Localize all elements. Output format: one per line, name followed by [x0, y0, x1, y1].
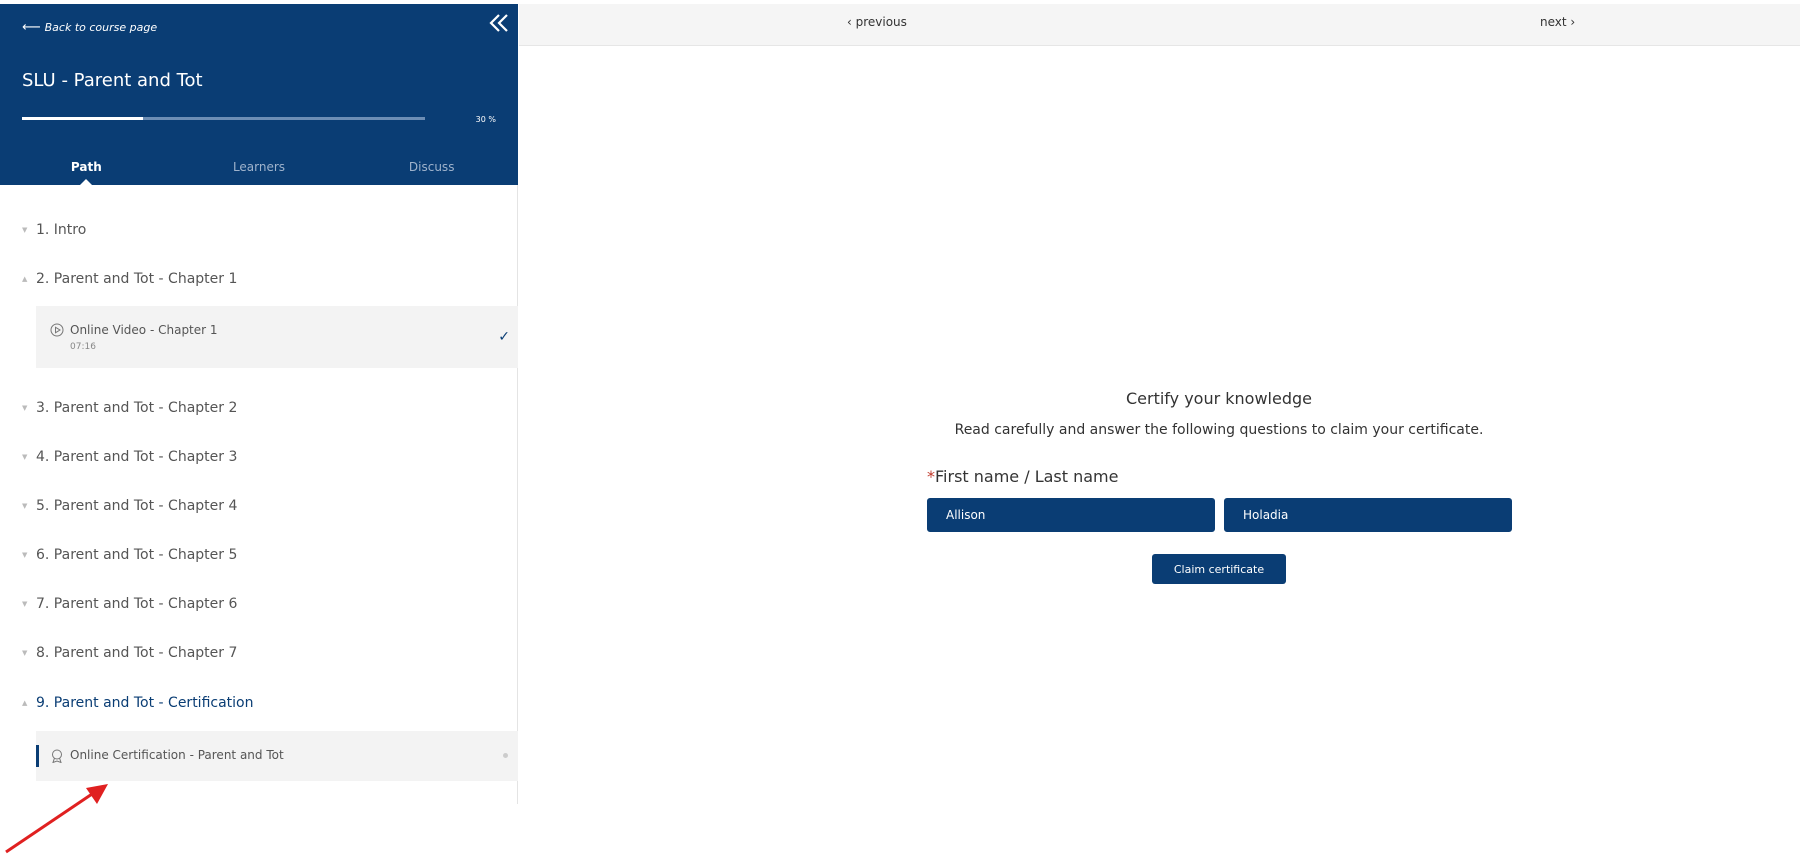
chapter-label: 4. Parent and Tot - Chapter 3 — [36, 449, 238, 465]
sidebar-tabs: Path Learners Discuss — [0, 152, 518, 185]
tab-path[interactable]: Path — [0, 152, 173, 185]
expand-caret-icon: ▼ — [22, 551, 28, 559]
tab-discuss[interactable]: Discuss — [345, 152, 518, 185]
chapter-item-active[interactable]: ▲ 9. Parent and Tot - Certification — [22, 695, 253, 711]
course-progress-bar — [22, 117, 425, 120]
chapter-item[interactable]: ▼ 4. Parent and Tot - Chapter 3 — [22, 449, 237, 465]
course-sidebar: ⟵ Back to course page SLU - Parent and T… — [0, 4, 518, 804]
chapter-label: 8. Parent and Tot - Chapter 7 — [36, 645, 238, 661]
expand-caret-icon: ▼ — [22, 404, 28, 412]
current-lesson-indicator — [36, 745, 39, 767]
arrow-left-icon: ⟵ — [22, 20, 41, 35]
chapter-item[interactable]: ▲ 2. Parent and Tot - Chapter 1 — [22, 271, 237, 287]
course-progress-percent: 30 % — [475, 115, 496, 124]
back-to-course-link[interactable]: ⟵ Back to course page — [22, 20, 157, 35]
first-name-field[interactable] — [927, 498, 1215, 532]
chapter-label: 1. Intro — [36, 222, 87, 238]
claim-certificate-button[interactable]: Claim certificate — [1152, 554, 1286, 584]
page: ⟵ Back to course page SLU - Parent and T… — [0, 0, 1800, 855]
collapse-caret-icon: ▲ — [22, 699, 28, 707]
status-dot — [503, 753, 508, 758]
lesson-item[interactable]: Online Video - Chapter 1 07:16 ✓ — [36, 306, 518, 368]
chapter-label: 6. Parent and Tot - Chapter 5 — [36, 547, 238, 563]
chapter-item[interactable]: ▼ 1. Intro — [22, 222, 86, 238]
collapse-caret-icon: ▲ — [22, 275, 28, 283]
lesson-navigation-bar: ‹ previous next › — [519, 4, 1800, 46]
expand-caret-icon: ▼ — [22, 453, 28, 461]
course-progress-fill — [22, 117, 143, 120]
next-link[interactable]: next › — [1540, 15, 1575, 29]
play-circle-icon — [50, 323, 64, 337]
name-field-label: *First name / Last name — [927, 467, 1118, 486]
chapter-item[interactable]: ▼ 5. Parent and Tot - Chapter 4 — [22, 498, 237, 514]
course-title: SLU - Parent and Tot — [22, 70, 203, 91]
certificate-icon — [52, 749, 62, 763]
completed-check-icon: ✓ — [498, 329, 510, 345]
chapter-label: 2. Parent and Tot - Chapter 1 — [36, 271, 238, 287]
chapter-label: 5. Parent and Tot - Chapter 4 — [36, 498, 238, 514]
lesson-duration: 07:16 — [70, 342, 96, 352]
tab-learners[interactable]: Learners — [173, 152, 346, 185]
certification-title: Certify your knowledge — [1125, 389, 1312, 408]
expand-caret-icon: ▼ — [22, 649, 28, 657]
lesson-title: Online Certification - Parent and Tot — [70, 748, 284, 762]
lesson-item-current[interactable]: Online Certification - Parent and Tot — [36, 731, 518, 781]
previous-link[interactable]: ‹ previous — [847, 15, 907, 29]
chapter-label: 7. Parent and Tot - Chapter 6 — [36, 596, 238, 612]
chapter-item[interactable]: ▼ 3. Parent and Tot - Chapter 2 — [22, 400, 237, 416]
chapter-label: 3. Parent and Tot - Chapter 2 — [36, 400, 238, 416]
expand-caret-icon: ▼ — [22, 226, 28, 234]
chapter-item[interactable]: ▼ 8. Parent and Tot - Chapter 7 — [22, 645, 237, 661]
expand-caret-icon: ▼ — [22, 502, 28, 510]
certification-instructions: Read carefully and answer the following … — [954, 422, 1484, 438]
chapter-item[interactable]: ▼ 7. Parent and Tot - Chapter 6 — [22, 596, 237, 612]
annotation-arrow-icon — [5, 784, 108, 854]
expand-caret-icon: ▼ — [22, 600, 28, 608]
required-marker: * — [927, 467, 935, 486]
back-link-label: Back to course page — [44, 21, 158, 34]
collapse-sidebar-icon[interactable] — [488, 12, 510, 34]
name-label-text: First name / Last name — [935, 467, 1119, 486]
last-name-field[interactable] — [1224, 498, 1512, 532]
lesson-title: Online Video - Chapter 1 — [70, 323, 218, 337]
chapter-item[interactable]: ▼ 6. Parent and Tot - Chapter 5 — [22, 547, 237, 563]
chapter-label: 9. Parent and Tot - Certification — [36, 695, 254, 711]
sidebar-header: ⟵ Back to course page SLU - Parent and T… — [0, 4, 518, 185]
